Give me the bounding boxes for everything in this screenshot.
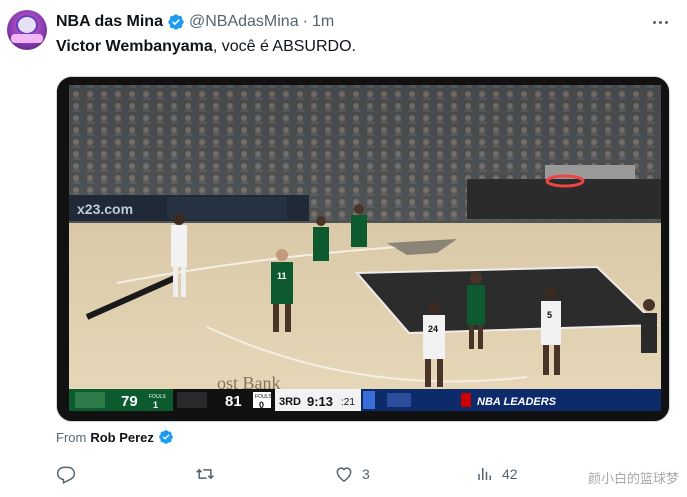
verified-badge-icon xyxy=(168,14,184,30)
shot-clock: :21 xyxy=(341,397,355,408)
basketball-icon xyxy=(16,15,38,35)
referee xyxy=(641,299,657,353)
repost-button[interactable] xyxy=(194,462,224,486)
verified-badge-icon xyxy=(159,430,173,444)
source-attribution: From Rob Perez xyxy=(56,429,174,445)
home-score: 79 xyxy=(121,393,138,410)
repost-icon xyxy=(196,468,214,480)
watermark: 颜小白的篮球梦 xyxy=(588,471,680,486)
heart-icon xyxy=(336,467,352,482)
jersey-number-24: 24 xyxy=(428,324,438,334)
home-fouls: 1 xyxy=(153,400,158,410)
more-options-icon[interactable] xyxy=(650,14,670,30)
away-score: 81 xyxy=(225,393,242,410)
views-button[interactable]: 42 xyxy=(476,462,518,486)
tweet-text-bold: Victor Wembanyama xyxy=(56,38,213,55)
avatar[interactable] xyxy=(7,10,47,50)
scorebug: 79 FOULS 1 81 FOULS 0 3RD 9:13 :21 NBA L… xyxy=(69,389,661,411)
reply-icon xyxy=(56,466,76,484)
away-fouls: 0 xyxy=(259,400,264,410)
separator-dot: · xyxy=(302,13,308,30)
jersey-number-11: 11 xyxy=(277,271,287,281)
video-frame: x23.com 11 24 5 ost Bank 79 FOULS 1 81 F… xyxy=(57,77,669,421)
author-handle[interactable]: @NBAdasMina xyxy=(189,13,299,31)
like-button[interactable]: 3 xyxy=(334,462,370,486)
analytics-icon xyxy=(478,468,491,480)
tweet-text-rest: , você é ABSURDO. xyxy=(212,38,356,55)
reply-button[interactable] xyxy=(56,462,84,486)
jersey-number-5: 5 xyxy=(547,310,552,320)
tweet-header: NBA das Mina @NBAdasMina · 1m xyxy=(56,12,334,32)
game-clock: 9:13 xyxy=(307,394,333,409)
tweet-text: Victor Wembanyama, você é ABSURDO. xyxy=(56,38,356,56)
logo-script xyxy=(11,34,43,43)
video-player[interactable]: x23.com 11 24 5 ost Bank 79 FOULS 1 81 F… xyxy=(56,76,670,422)
svg-text:x23.com: x23.com xyxy=(77,201,133,217)
tweet-actions: 3 42 xyxy=(56,462,670,486)
view-count: 42 xyxy=(502,466,518,482)
ticker-text: NBA LEADERS xyxy=(477,396,557,408)
from-label: From xyxy=(56,429,87,445)
author-name[interactable]: NBA das Mina xyxy=(56,13,163,31)
like-count: 3 xyxy=(362,466,370,482)
timestamp[interactable]: 1m xyxy=(312,13,334,31)
quarter: 3RD xyxy=(279,396,301,408)
source-name[interactable]: Rob Perez xyxy=(90,430,154,445)
